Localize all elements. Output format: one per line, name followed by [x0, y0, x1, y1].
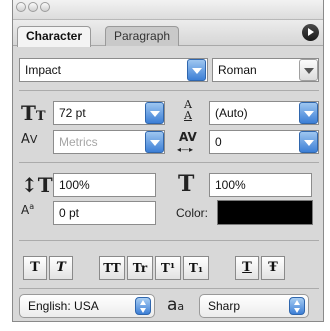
- antialias-icon: aa: [167, 297, 184, 314]
- vertical-scale-field[interactable]: 100%: [53, 173, 156, 197]
- font-family-dropdown[interactable]: [187, 59, 206, 81]
- divider: [19, 288, 319, 289]
- divider: [19, 240, 319, 241]
- leading-dropdown[interactable]: [299, 102, 318, 124]
- color-swatch[interactable]: [217, 200, 313, 225]
- tab-paragraph[interactable]: Paragraph: [105, 26, 180, 46]
- divider: [19, 162, 319, 163]
- font-size-icon: TT: [21, 101, 46, 125]
- tracking-arrows-icon: ◂—▸: [177, 145, 194, 154]
- font-size-dropdown[interactable]: [145, 102, 164, 124]
- horizontal-scale-field[interactable]: 100%: [209, 173, 312, 197]
- antialias-icon-subletter: a: [177, 300, 185, 313]
- tab-character[interactable]: Character: [17, 26, 92, 47]
- subscript-button[interactable]: T₁: [183, 256, 209, 280]
- character-panel: Character Paragraph Impact Roman TT 72 p…: [12, 0, 324, 322]
- antialias-value: Sharp: [208, 299, 241, 313]
- language-value: English: USA: [28, 299, 99, 313]
- antialias-select[interactable]: Sharp: [199, 294, 309, 318]
- font-style-dropdown[interactable]: [299, 59, 318, 81]
- faux-italic-button[interactable]: T: [49, 256, 73, 280]
- kerning-dropdown[interactable]: [145, 131, 164, 153]
- font-family-field[interactable]: Impact: [19, 58, 208, 82]
- tracking-icon: AV: [179, 130, 197, 144]
- title-bar: [13, 0, 323, 20]
- language-select[interactable]: English: USA: [19, 294, 155, 318]
- antialias-icon-letter: a: [167, 295, 178, 315]
- underline-button[interactable]: T: [235, 256, 259, 280]
- minimize-window-button[interactable]: [28, 2, 38, 12]
- color-label: Color:: [176, 206, 209, 220]
- language-stepper-icon: [135, 297, 151, 315]
- divider: [19, 90, 319, 91]
- close-window-button[interactable]: [16, 2, 26, 12]
- kerning-icon: AV: [21, 132, 38, 147]
- superscript-button[interactable]: T¹: [155, 256, 181, 280]
- antialias-stepper-icon: [289, 297, 305, 315]
- strikethrough-button[interactable]: Ŧ: [261, 256, 285, 280]
- horizontal-scale-icon: T: [178, 171, 195, 197]
- tracking-dropdown[interactable]: [299, 131, 318, 153]
- zoom-window-button[interactable]: [40, 2, 50, 12]
- tab-bar: Character Paragraph: [13, 20, 323, 47]
- all-caps-button[interactable]: TT: [99, 256, 125, 280]
- vertical-scale-icon: ↕T: [21, 173, 53, 197]
- faux-bold-button[interactable]: T: [23, 256, 47, 280]
- leading-icon: AA: [184, 98, 192, 122]
- panel-menu-button[interactable]: [302, 24, 319, 41]
- small-caps-button[interactable]: Tr: [127, 256, 153, 280]
- baseline-shift-icon: Aa: [21, 202, 35, 217]
- baseline-shift-field[interactable]: 0 pt: [53, 201, 156, 225]
